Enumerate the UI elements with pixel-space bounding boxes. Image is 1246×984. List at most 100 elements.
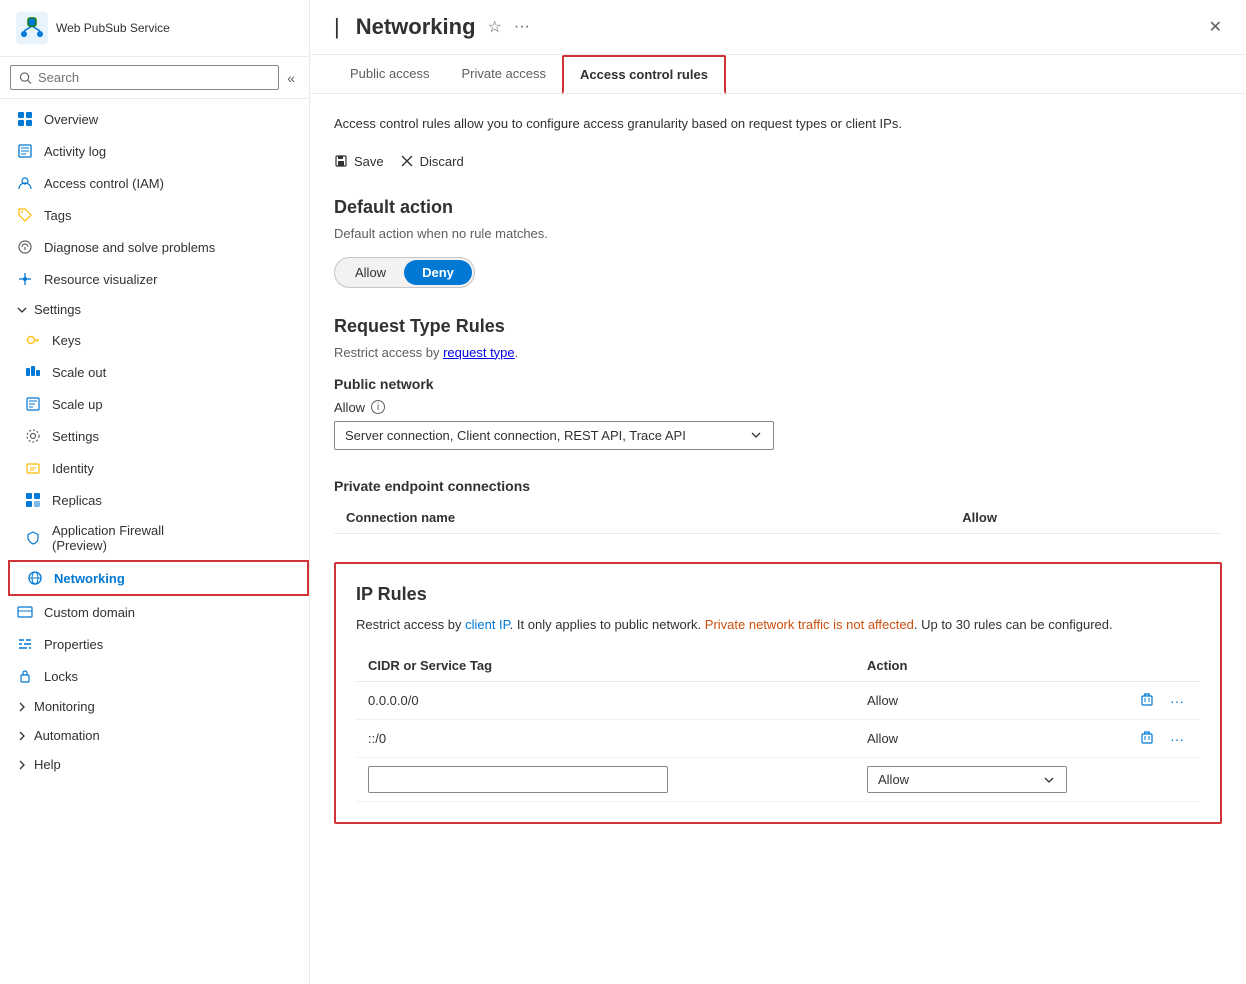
content-area: Access control rules allow you to config…: [310, 94, 1246, 984]
default-action-toggle: Allow Deny: [334, 257, 475, 288]
private-endpoint-section: Private endpoint connections Connection …: [334, 478, 1222, 534]
delete-row-0-button[interactable]: [1136, 690, 1158, 711]
monitoring-section-header[interactable]: Monitoring: [0, 692, 309, 721]
allow-toggle-option[interactable]: Allow: [337, 260, 404, 285]
sidebar-item-replicas[interactable]: Replicas: [8, 484, 309, 516]
sidebar-item-access-control[interactable]: Access control (IAM): [0, 167, 309, 199]
public-network-label: Public network: [334, 376, 1222, 392]
request-type-rules-subtitle: Restrict access by request type.: [334, 345, 1222, 360]
chevron-down-icon: [749, 428, 763, 442]
action-header: Action: [855, 650, 1013, 682]
cidr-cell: 0.0.0.0/0: [356, 682, 855, 720]
row-actions-cell: ···: [1013, 720, 1200, 758]
sidebar-item-properties[interactable]: Properties: [0, 628, 309, 660]
identity-icon: [24, 459, 42, 477]
collapse-button[interactable]: «: [283, 68, 299, 88]
sidebar-item-resource-visualizer[interactable]: Resource visualizer: [0, 263, 309, 295]
more-options-button[interactable]: ···: [514, 18, 530, 36]
favorite-button[interactable]: ☆: [488, 17, 502, 37]
allow-label: Allow i: [334, 400, 1222, 415]
activity-log-icon: [16, 142, 34, 160]
sidebar-item-custom-domain[interactable]: Custom domain: [0, 596, 309, 628]
help-section-header[interactable]: Help: [0, 750, 309, 779]
sidebar-item-scale-up[interactable]: Scale up: [8, 388, 309, 420]
search-icon: [19, 71, 32, 85]
page-description: Access control rules allow you to config…: [334, 114, 1222, 134]
client-ip-link[interactable]: client IP: [465, 617, 510, 632]
new-cidr-input[interactable]: [368, 766, 668, 793]
search-box[interactable]: [10, 65, 279, 90]
sidebar-item-keys[interactable]: Keys: [8, 324, 309, 356]
access-control-icon: [16, 174, 34, 192]
tab-private-access[interactable]: Private access: [445, 56, 562, 93]
new-action-dropdown[interactable]: Allow: [867, 766, 1067, 793]
settings-icon: [24, 427, 42, 445]
connection-type-dropdown[interactable]: Server connection, Client connection, RE…: [334, 421, 774, 450]
sidebar-item-locks[interactable]: Locks: [0, 660, 309, 692]
settings-sub-items: Keys Scale out Scale up Se: [0, 324, 309, 596]
help-label: Help: [34, 757, 61, 772]
monitoring-label: Monitoring: [34, 699, 95, 714]
table-row: 0.0.0.0/0 Allow ···: [356, 682, 1200, 720]
save-label: Save: [354, 154, 384, 169]
tab-access-control-rules[interactable]: Access control rules: [562, 55, 726, 94]
row-action-buttons: ···: [1025, 728, 1188, 749]
replicas-icon: [24, 491, 42, 509]
sidebar-item-diagnose[interactable]: Diagnose and solve problems: [0, 231, 309, 263]
app-logo: [16, 12, 48, 44]
sidebar-item-overview[interactable]: Overview: [0, 103, 309, 135]
chevron-right-icon: [16, 759, 28, 771]
sidebar-item-tags[interactable]: Tags: [0, 199, 309, 231]
sidebar-item-label: Scale up: [52, 397, 103, 412]
networking-icon: [26, 569, 44, 587]
endpoint-table: Connection name Allow: [334, 502, 1222, 534]
default-action-title: Default action: [334, 197, 1222, 218]
close-button[interactable]: ✕: [1209, 17, 1222, 37]
default-action-subtitle: Default action when no rule matches.: [334, 226, 1222, 241]
scale-out-icon: [24, 363, 42, 381]
service-name: Web PubSub Service: [56, 21, 170, 35]
header-pipe: |: [334, 14, 340, 40]
info-icon[interactable]: i: [371, 400, 385, 414]
sidebar-navigation: Overview Activity log Access control (IA…: [0, 99, 309, 984]
private-network-text: Private network traffic is not affected: [705, 617, 914, 632]
save-button[interactable]: Save: [334, 150, 384, 173]
ip-rules-table: CIDR or Service Tag Action 0.0.0.0/0 All…: [356, 650, 1200, 802]
request-type-link[interactable]: request type: [443, 345, 515, 360]
actions-header: [1013, 650, 1200, 682]
scale-up-icon: [24, 395, 42, 413]
discard-icon: [400, 154, 414, 168]
overview-icon: [16, 110, 34, 128]
sidebar-item-label: Networking: [54, 571, 125, 586]
tab-public-access[interactable]: Public access: [334, 56, 445, 93]
sidebar-item-label: Keys: [52, 333, 81, 348]
custom-domain-icon: [16, 603, 34, 621]
new-cidr-cell: [356, 758, 855, 802]
tabs-row: Public access Private access Access cont…: [310, 55, 1246, 94]
trash-icon: [1140, 730, 1154, 744]
sidebar-item-label: Identity: [52, 461, 94, 476]
search-input[interactable]: [38, 70, 270, 85]
settings-section-header[interactable]: Settings: [0, 295, 309, 324]
sidebar-header: Web PubSub Service: [0, 0, 309, 57]
chevron-down-icon: [16, 304, 28, 316]
sidebar-item-label: Activity log: [44, 144, 106, 159]
sidebar-item-scale-out[interactable]: Scale out: [8, 356, 309, 388]
deny-toggle-option[interactable]: Deny: [404, 260, 472, 285]
cidr-header: CIDR or Service Tag: [356, 650, 855, 682]
automation-section-header[interactable]: Automation: [0, 721, 309, 750]
resource-visualizer-icon: [16, 270, 34, 288]
sidebar-item-app-firewall[interactable]: Application Firewall (Preview): [8, 516, 309, 560]
ip-rules-title: IP Rules: [356, 584, 1200, 605]
sidebar-item-activity-log[interactable]: Activity log: [0, 135, 309, 167]
sidebar-item-settings[interactable]: Settings: [8, 420, 309, 452]
app-firewall-icon: [24, 529, 42, 547]
more-row-1-button[interactable]: ···: [1166, 729, 1188, 749]
delete-row-1-button[interactable]: [1136, 728, 1158, 749]
sidebar-item-networking[interactable]: Networking: [8, 560, 309, 596]
sidebar-item-identity[interactable]: Identity: [8, 452, 309, 484]
settings-section-label: Settings: [34, 302, 81, 317]
more-row-0-button[interactable]: ···: [1166, 691, 1188, 711]
table-row: ::/0 Allow ···: [356, 720, 1200, 758]
discard-button[interactable]: Discard: [400, 150, 464, 173]
